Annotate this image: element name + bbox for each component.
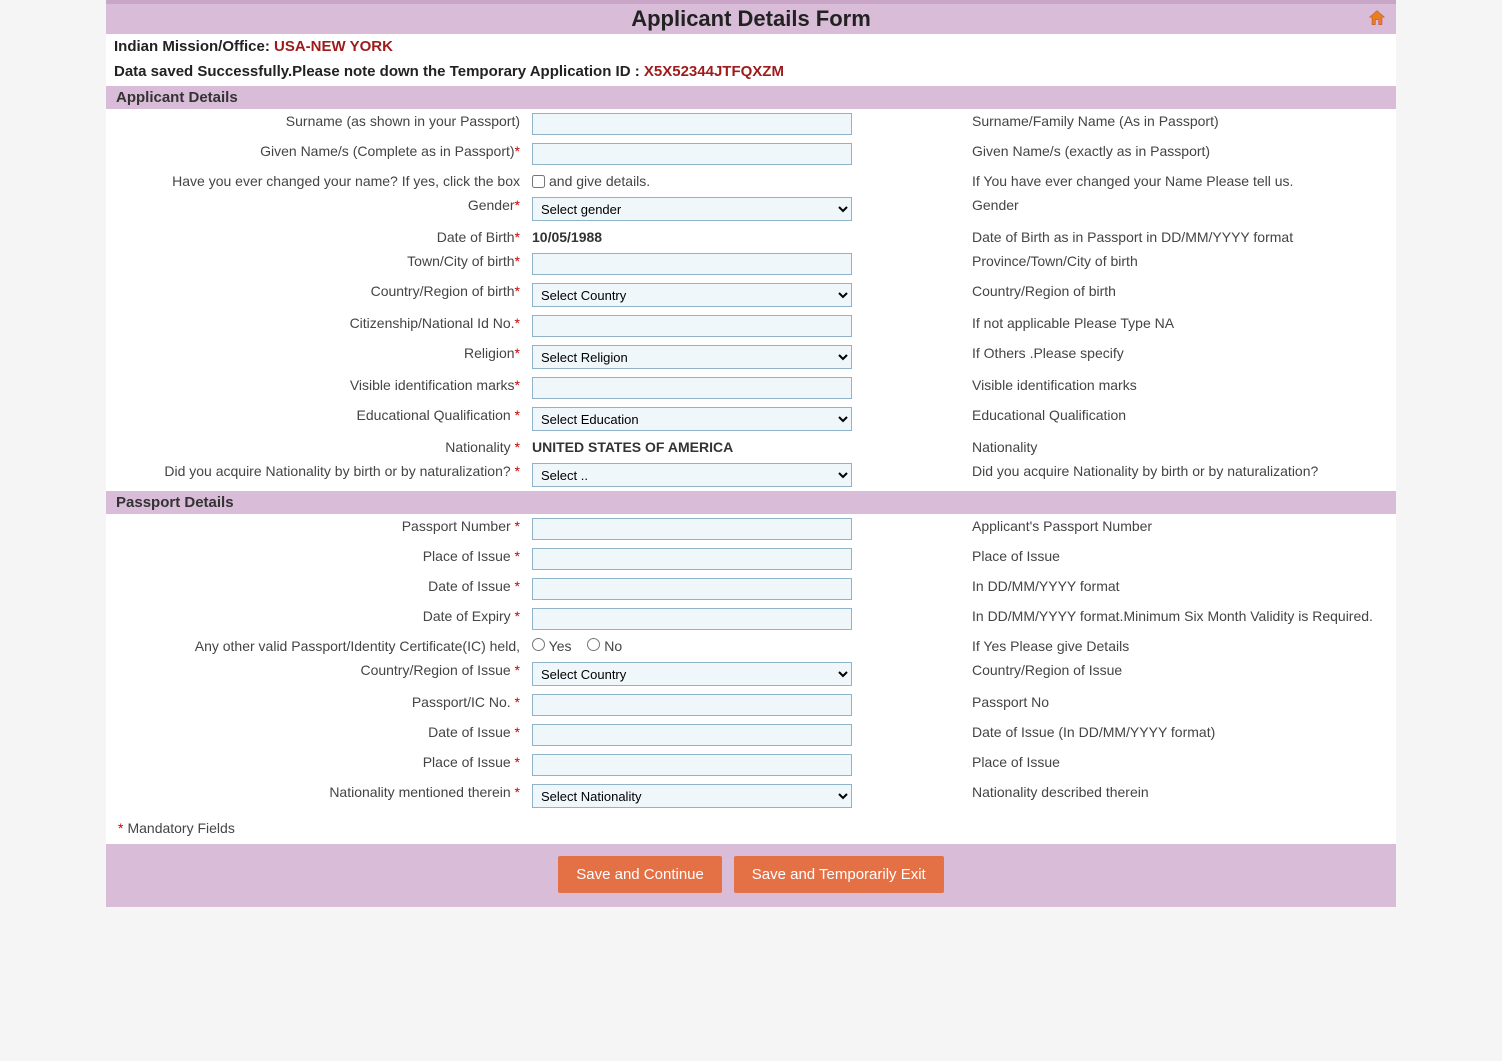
- dob-value: 10/05/1988: [532, 229, 602, 245]
- surname-label: Surname (as shown in your Passport): [286, 113, 520, 129]
- marks-label: Visible identification marks: [350, 377, 515, 393]
- other-country-label: Country/Region of Issue: [360, 662, 514, 678]
- name-change-checkbox[interactable]: [532, 175, 545, 188]
- town-help: Province/Town/City of birth: [966, 249, 1396, 279]
- name-change-help: If You have ever changed your Name Pleas…: [966, 169, 1396, 193]
- other-ppno-label: Passport/IC No.: [412, 694, 515, 710]
- pp-date-expiry-help: In DD/MM/YYYY format.Minimum Six Month V…: [966, 604, 1396, 634]
- mandatory-note: *Mandatory Fields: [106, 812, 1396, 844]
- save-continue-button[interactable]: Save and Continue: [558, 856, 722, 893]
- other-pp-help: If Yes Please give Details: [966, 634, 1396, 658]
- religion-select[interactable]: Select Religion: [532, 345, 852, 369]
- other-country-select[interactable]: Select Country: [532, 662, 852, 686]
- status-prefix: Data saved Successfully.Please note down…: [114, 63, 644, 80]
- gender-label: Gender: [468, 197, 515, 213]
- pp-date-issue-help: In DD/MM/YYYY format: [966, 574, 1396, 604]
- other-place-issue-input[interactable]: [532, 754, 852, 776]
- citizen-id-input[interactable]: [532, 315, 852, 337]
- pp-number-label: Passport Number: [402, 518, 515, 534]
- other-date-issue-label: Date of Issue: [428, 724, 514, 740]
- nat-acquire-label: Did you acquire Nationality by birth or …: [164, 463, 514, 479]
- citizen-id-help: If not applicable Please Type NA: [966, 311, 1396, 341]
- education-label: Educational Qualification: [357, 407, 515, 423]
- pp-place-issue-label: Place of Issue: [423, 548, 515, 564]
- given-name-input[interactable]: [532, 143, 852, 165]
- dob-label: Date of Birth: [437, 229, 515, 245]
- other-date-issue-help: Date of Issue (In DD/MM/YYYY format): [966, 720, 1396, 750]
- country-birth-help: Country/Region of birth: [966, 279, 1396, 311]
- home-icon[interactable]: [1366, 8, 1388, 28]
- pp-date-issue-input[interactable]: [532, 578, 852, 600]
- dob-help: Date of Birth as in Passport in DD/MM/YY…: [966, 225, 1396, 249]
- religion-label: Religion: [464, 345, 515, 361]
- status-bar: Data saved Successfully.Please note down…: [106, 57, 1396, 86]
- town-label: Town/City of birth: [407, 253, 514, 269]
- nat-acquire-help: Did you acquire Nationality by birth or …: [966, 459, 1396, 491]
- pp-date-expiry-label: Date of Expiry: [423, 608, 515, 624]
- education-help: Educational Qualification: [966, 403, 1396, 435]
- surname-input[interactable]: [532, 113, 852, 135]
- surname-help: Surname/Family Name (As in Passport): [966, 109, 1396, 139]
- other-date-issue-input[interactable]: [532, 724, 852, 746]
- section-passport-details: Passport Details: [106, 491, 1396, 514]
- other-ppno-help: Passport No: [966, 690, 1396, 720]
- other-pp-label: Any other valid Passport/Identity Certif…: [195, 638, 520, 654]
- marks-input[interactable]: [532, 377, 852, 399]
- save-exit-button[interactable]: Save and Temporarily Exit: [734, 856, 944, 893]
- marks-help: Visible identification marks: [966, 373, 1396, 403]
- mission-value: USA-NEW YORK: [274, 38, 393, 55]
- other-country-help: Country/Region of Issue: [966, 658, 1396, 690]
- given-name-label: Given Name/s (Complete as in Passport): [260, 143, 514, 159]
- other-nat-select[interactable]: Select Nationality: [532, 784, 852, 808]
- section-applicant-details: Applicant Details: [106, 86, 1396, 109]
- other-place-issue-help: Place of Issue: [966, 750, 1396, 780]
- pp-number-help: Applicant's Passport Number: [966, 514, 1396, 544]
- other-nat-label: Nationality mentioned therein: [329, 784, 514, 800]
- other-place-issue-label: Place of Issue: [423, 754, 515, 770]
- mission-label: Indian Mission/Office:: [114, 38, 274, 55]
- nationality-label: Nationality: [445, 439, 514, 455]
- pp-date-issue-label: Date of Issue: [428, 578, 514, 594]
- given-name-help: Given Name/s (exactly as in Passport): [966, 139, 1396, 169]
- mission-info: Indian Mission/Office: USA-NEW YORK: [106, 34, 1396, 57]
- other-pp-yes-radio[interactable]: [532, 638, 545, 651]
- pp-number-input[interactable]: [532, 518, 852, 540]
- nat-acquire-select[interactable]: Select ..: [532, 463, 852, 487]
- title-bar: Applicant Details Form: [106, 0, 1396, 34]
- country-birth-label: Country/Region of birth: [371, 283, 515, 299]
- education-select[interactable]: Select Education: [532, 407, 852, 431]
- religion-help: If Others .Please specify: [966, 341, 1396, 373]
- other-ppno-input[interactable]: [532, 694, 852, 716]
- other-nat-help: Nationality described therein: [966, 780, 1396, 812]
- name-change-label: Have you ever changed your name? If yes,…: [172, 173, 520, 189]
- other-pp-no-radio[interactable]: [587, 638, 600, 651]
- gender-help: Gender: [966, 193, 1396, 225]
- nationality-help: Nationality: [966, 435, 1396, 459]
- application-id: X5X52344JTFQXZM: [644, 63, 784, 80]
- nationality-value: UNITED STATES OF AMERICA: [532, 439, 733, 455]
- town-input[interactable]: [532, 253, 852, 275]
- citizen-id-label: Citizenship/National Id No.: [350, 315, 515, 331]
- gender-select[interactable]: Select gender: [532, 197, 852, 221]
- pp-date-expiry-input[interactable]: [532, 608, 852, 630]
- page-title: Applicant Details Form: [106, 6, 1396, 32]
- pp-place-issue-input[interactable]: [532, 548, 852, 570]
- name-change-suffix: and give details.: [549, 173, 650, 189]
- footer-bar: Save and Continue Save and Temporarily E…: [106, 844, 1396, 907]
- pp-place-issue-help: Place of Issue: [966, 544, 1396, 574]
- country-birth-select[interactable]: Select Country: [532, 283, 852, 307]
